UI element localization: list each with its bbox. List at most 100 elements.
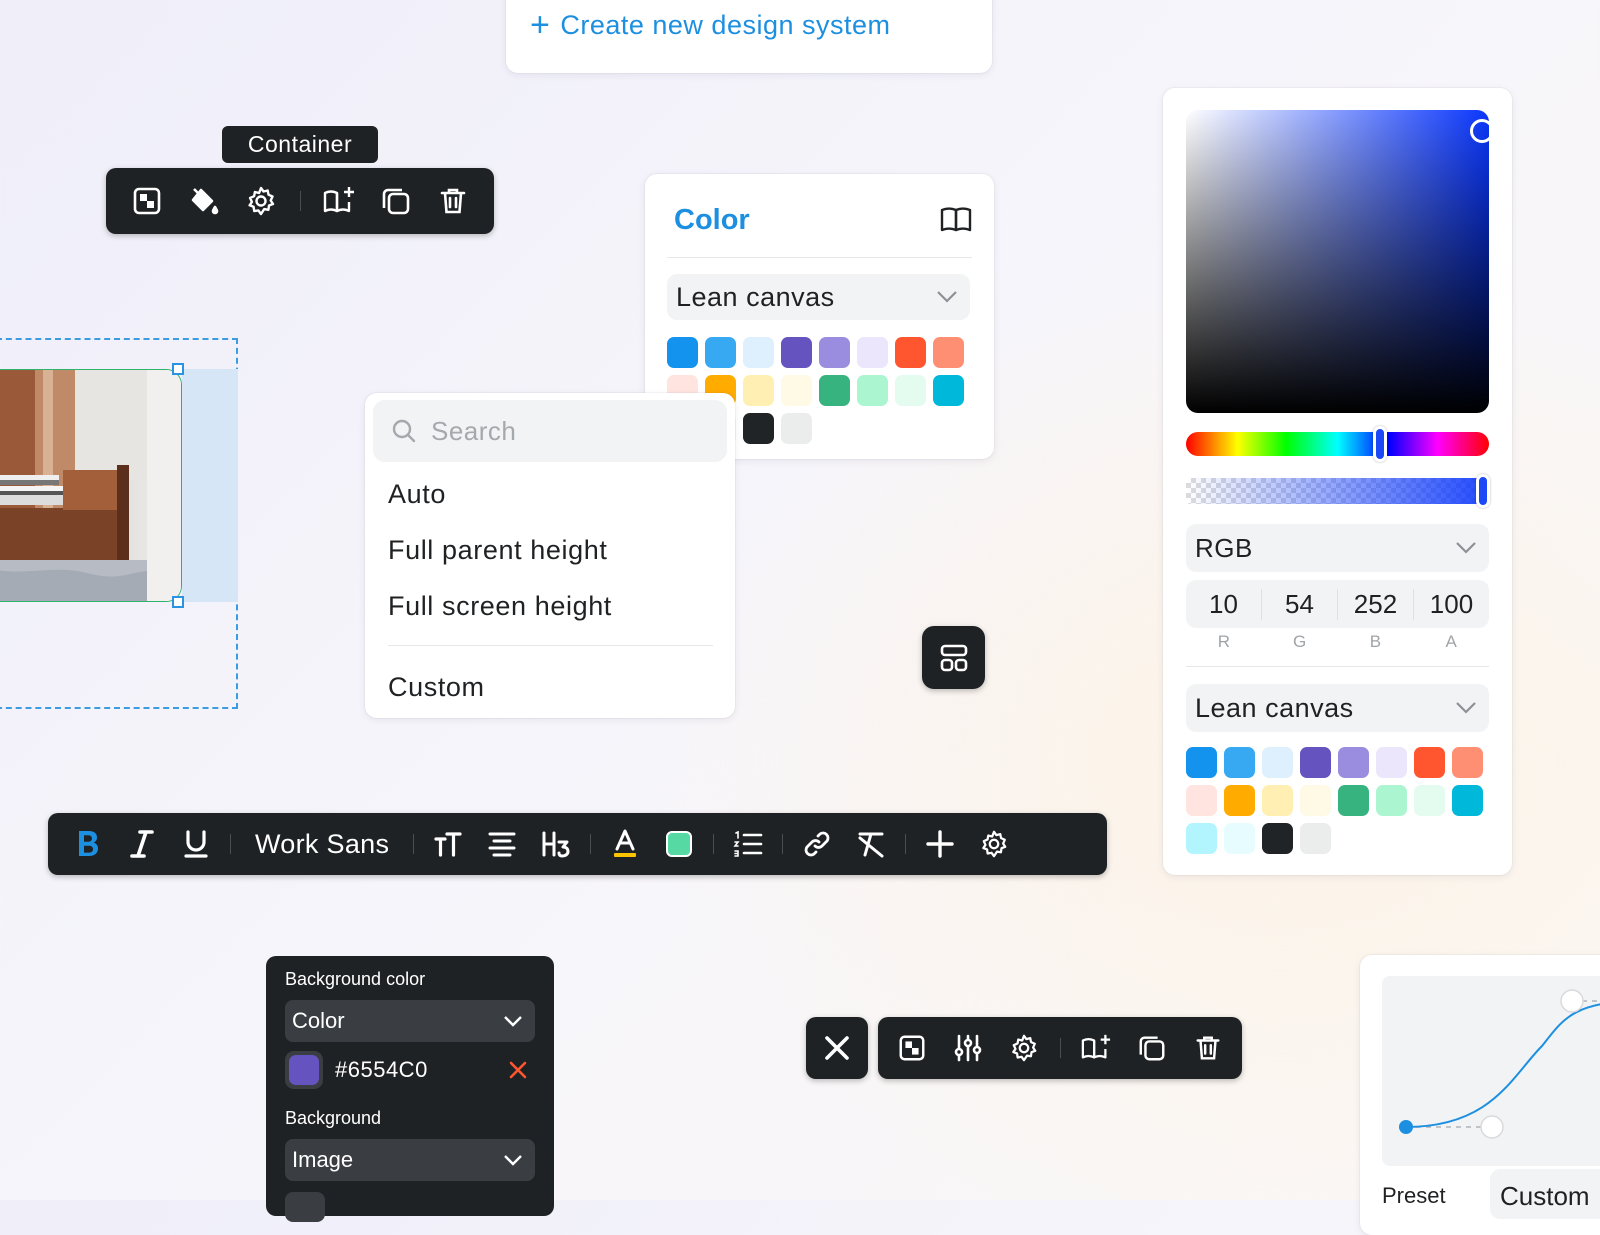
control-point-start[interactable] — [1480, 1115, 1504, 1139]
saturation-knob[interactable] — [1470, 119, 1494, 143]
preset-select[interactable]: Custom — [1490, 1169, 1600, 1219]
color-swatch[interactable] — [1376, 785, 1407, 816]
color-chip[interactable] — [285, 1051, 323, 1089]
palette-select[interactable]: Lean canvas — [667, 274, 970, 320]
color-swatch[interactable] — [1376, 747, 1407, 778]
color-swatch[interactable] — [781, 337, 812, 368]
menu-item-auto[interactable]: Auto — [388, 479, 446, 510]
color-swatch[interactable] — [1338, 747, 1369, 778]
underline-icon[interactable] — [172, 822, 220, 866]
color-swatch[interactable] — [1224, 747, 1255, 778]
resize-handle-bottom[interactable] — [172, 596, 184, 608]
color-mode-select[interactable]: RGB — [1186, 524, 1489, 572]
selected-image[interactable] — [0, 369, 182, 602]
curve-start-point[interactable] — [1399, 1120, 1413, 1134]
green-input[interactable]: 54 — [1261, 588, 1337, 620]
highlight-color-icon[interactable] — [655, 822, 703, 866]
color-swatch[interactable] — [1186, 785, 1217, 816]
color-swatch[interactable] — [743, 413, 774, 444]
hex-value[interactable]: #6554C0 — [335, 1057, 509, 1083]
color-swatch[interactable] — [743, 337, 774, 368]
text-size-icon[interactable] — [424, 822, 472, 866]
heading-icon[interactable] — [532, 822, 580, 866]
color-swatch[interactable] — [1300, 823, 1331, 854]
color-swatch[interactable] — [1300, 747, 1331, 778]
add-to-library-icon[interactable] — [311, 176, 368, 226]
color-swatch[interactable] — [1414, 747, 1445, 778]
color-swatch[interactable] — [1224, 823, 1255, 854]
color-swatch[interactable] — [819, 375, 850, 406]
color-swatch[interactable] — [1338, 785, 1369, 816]
alpha-label: A — [1445, 632, 1457, 651]
color-swatch[interactable] — [1452, 785, 1483, 816]
text-color-icon[interactable] — [601, 822, 649, 866]
color-swatch[interactable] — [1262, 823, 1293, 854]
remove-icon[interactable] — [509, 1061, 527, 1079]
alpha-input[interactable]: 100 — [1413, 588, 1489, 620]
menu-search-box[interactable] — [373, 400, 727, 462]
alpha-slider-handle[interactable] — [1476, 474, 1490, 508]
menu-item-full-parent-height[interactable]: Full parent height — [388, 535, 607, 566]
clear-format-icon[interactable] — [847, 822, 895, 866]
search-input[interactable] — [429, 414, 713, 448]
color-swatch[interactable] — [781, 375, 812, 406]
trash-icon[interactable] — [425, 176, 482, 226]
easing-curve-editor[interactable] — [1382, 976, 1600, 1166]
color-swatch[interactable] — [1452, 747, 1483, 778]
color-swatch[interactable] — [1186, 823, 1217, 854]
gear-icon[interactable] — [232, 176, 289, 226]
color-swatch[interactable] — [857, 375, 888, 406]
color-swatch[interactable] — [895, 375, 926, 406]
red-input[interactable]: 10 — [1186, 589, 1261, 620]
italic-icon[interactable] — [118, 822, 166, 866]
font-family-select[interactable]: Work Sans — [241, 829, 403, 860]
palette-select[interactable]: Lean canvas — [1186, 684, 1489, 732]
color-swatch[interactable] — [1414, 785, 1445, 816]
align-center-icon[interactable] — [478, 822, 526, 866]
numbered-list-icon[interactable] — [724, 822, 772, 866]
hue-slider-handle[interactable] — [1373, 426, 1387, 462]
gear-icon[interactable] — [996, 1023, 1052, 1073]
resize-handle-top[interactable] — [172, 363, 184, 375]
color-swatch[interactable] — [1262, 747, 1293, 778]
menu-item-full-screen-height[interactable]: Full screen height — [388, 591, 612, 622]
color-swatch[interactable] — [1300, 785, 1331, 816]
background-icon[interactable] — [118, 176, 175, 226]
layout-button[interactable] — [922, 626, 985, 689]
color-type-select[interactable]: Color — [285, 1000, 535, 1042]
gear-icon[interactable] — [970, 822, 1018, 866]
background-icon[interactable] — [884, 1023, 940, 1073]
upload-button[interactable] — [285, 1192, 325, 1222]
color-swatch[interactable] — [705, 337, 736, 368]
color-swatch[interactable] — [781, 413, 812, 444]
blue-input[interactable]: 252 — [1337, 588, 1413, 620]
close-button[interactable] — [806, 1017, 868, 1079]
color-swatch[interactable] — [1262, 785, 1293, 816]
sliders-icon[interactable] — [940, 1023, 996, 1073]
color-swatch[interactable] — [743, 375, 774, 406]
color-swatch[interactable] — [857, 337, 888, 368]
hue-slider[interactable] — [1186, 426, 1489, 462]
saturation-value-area[interactable] — [1186, 110, 1494, 413]
background-type-select[interactable]: Image — [285, 1139, 535, 1181]
alpha-slider[interactable] — [1186, 474, 1490, 508]
duplicate-icon[interactable] — [1124, 1023, 1180, 1073]
color-swatch[interactable] — [895, 337, 926, 368]
color-swatch[interactable] — [1186, 747, 1217, 778]
duplicate-icon[interactable] — [368, 176, 425, 226]
color-swatch[interactable] — [933, 375, 964, 406]
control-point-end[interactable] — [1560, 989, 1584, 1013]
paint-bucket-icon[interactable] — [175, 176, 232, 226]
book-icon[interactable] — [940, 206, 972, 234]
trash-icon[interactable] — [1180, 1023, 1236, 1073]
add-to-library-icon[interactable] — [1069, 1023, 1125, 1073]
color-swatch[interactable] — [933, 337, 964, 368]
menu-item-custom[interactable]: Custom — [388, 672, 485, 703]
bold-icon[interactable] — [64, 822, 112, 866]
color-swatch[interactable] — [667, 337, 698, 368]
link-icon[interactable] — [793, 822, 841, 866]
color-swatch[interactable] — [1224, 785, 1255, 816]
color-swatch[interactable] — [819, 337, 850, 368]
plus-icon[interactable] — [916, 822, 964, 866]
create-design-system-link[interactable]: + Create new design system — [530, 8, 891, 42]
